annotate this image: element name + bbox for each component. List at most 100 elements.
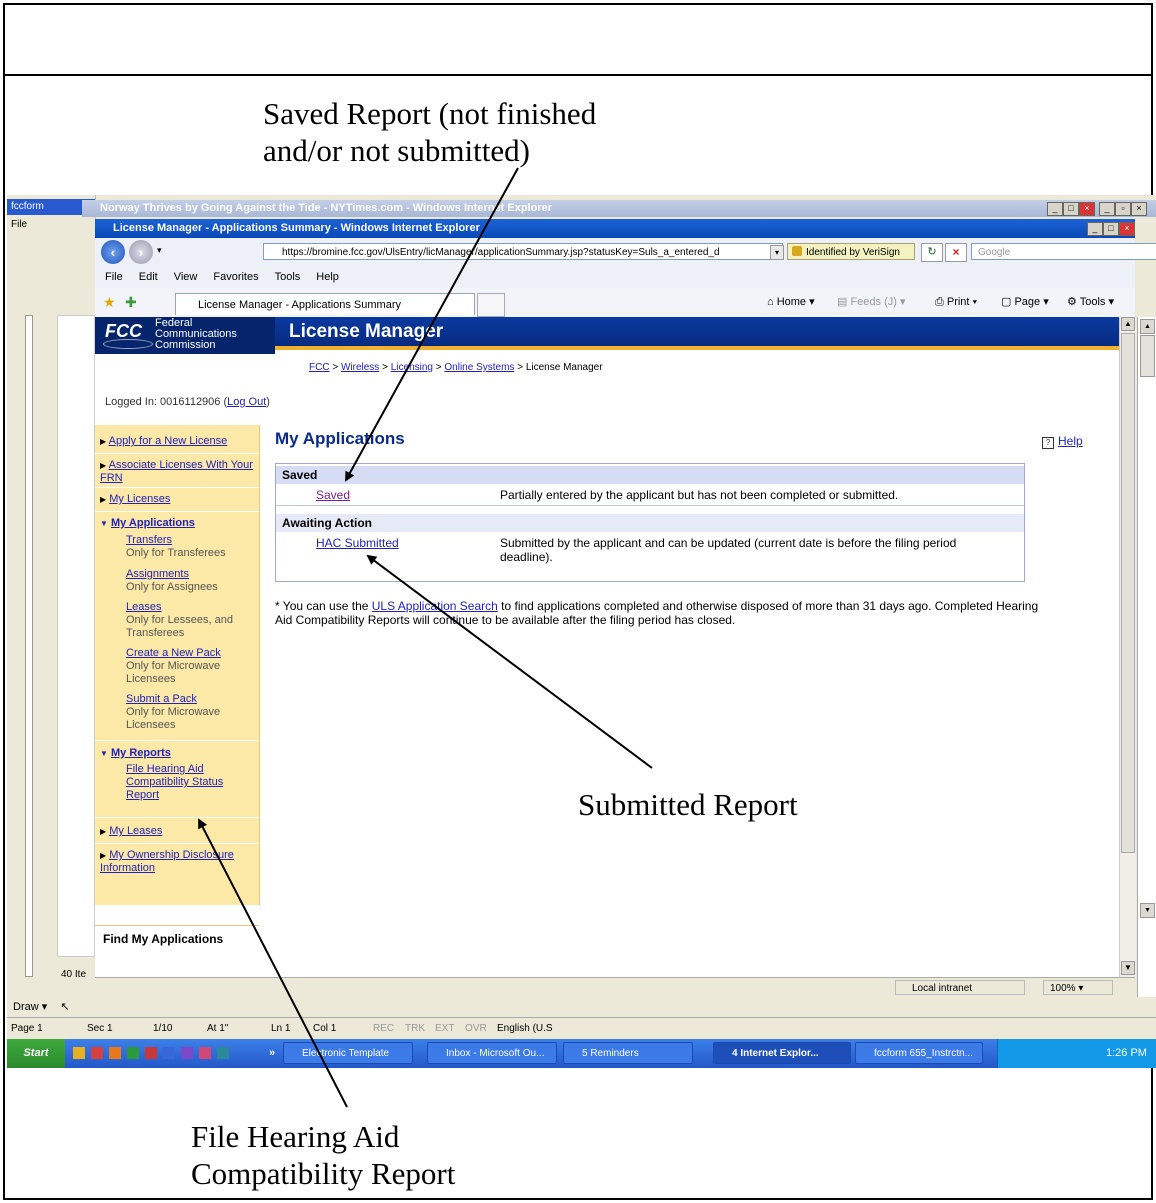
task-electronic-template[interactable]: Electronic Template [283, 1042, 413, 1064]
word-scroll-down-icon[interactable]: ▼ [1140, 903, 1155, 918]
status-rec[interactable]: REC [373, 1018, 394, 1040]
breadcrumb-licensing[interactable]: Licensing [391, 362, 433, 373]
security-badge[interactable]: Identified by VeriSign [787, 243, 915, 260]
quick-launch-icon[interactable] [145, 1047, 157, 1059]
uls-search-link[interactable]: ULS Application Search [372, 599, 498, 613]
word-menu-file[interactable]: File [11, 219, 27, 230]
breadcrumb-wireless[interactable]: Wireless [341, 362, 379, 373]
zone-indicator[interactable]: Local intranet [895, 980, 1025, 995]
word-drawing-toolbar: Draw ▾ ↖ [7, 997, 1156, 1017]
close-icon[interactable]: × [1119, 222, 1135, 236]
quick-launch-icon[interactable] [163, 1047, 175, 1059]
menu-tools[interactable]: Tools [275, 271, 301, 283]
sidebar-item-associate[interactable]: ▶ Associate Licenses With Your FRN [100, 459, 256, 485]
task-reminders[interactable]: 5 Reminders [563, 1042, 693, 1064]
hac-submitted-link[interactable]: HAC Submitted [316, 536, 399, 550]
word-close-icon[interactable]: × [1131, 202, 1147, 216]
quick-launch-icon[interactable] [181, 1047, 193, 1059]
word-minimize-icon[interactable]: _ [1099, 202, 1115, 216]
zoom-control[interactable]: 100% ▾ [1043, 980, 1113, 995]
header-divider [3, 74, 1153, 76]
taskbar-overflow-icon[interactable]: » [269, 1039, 275, 1068]
recent-pages-icon[interactable]: ▾ [157, 245, 162, 256]
start-button[interactable]: Start [7, 1039, 65, 1068]
menu-favorites[interactable]: Favorites [213, 271, 258, 283]
search-input[interactable]: Google [971, 243, 1156, 260]
awaiting-heading: Awaiting Action [276, 514, 1024, 532]
breadcrumb-fcc[interactable]: FCC [309, 362, 330, 373]
tab-license-manager[interactable]: License Manager - Applications Summary [175, 293, 475, 315]
bg-close-icon[interactable]: × [1079, 202, 1095, 216]
word-ruler [25, 315, 33, 977]
sidebar-item-my-licenses[interactable]: ▶ My Licenses [100, 493, 256, 506]
status-ext[interactable]: EXT [435, 1018, 454, 1040]
new-tab-button[interactable] [477, 293, 505, 317]
word-vertical-scrollbar[interactable]: ▲ ▼ [1137, 317, 1156, 997]
select-arrow-icon[interactable]: ↖ [60, 1001, 69, 1013]
saved-link[interactable]: Saved [316, 488, 350, 502]
menu-file[interactable]: File [105, 271, 123, 283]
word-scroll-up-icon[interactable]: ▲ [1140, 319, 1155, 334]
url-dropdown-icon[interactable]: ▾ [770, 245, 784, 260]
word-restore-icon[interactable]: ▫ [1115, 202, 1131, 216]
quick-launch-icon[interactable] [217, 1047, 229, 1059]
sidebar-item-my-leases[interactable]: ▶ My Leases [100, 825, 256, 838]
scroll-down-icon[interactable]: ▼ [1121, 961, 1135, 975]
search-note: * You can use the ULS Application Search… [275, 599, 1039, 627]
page-title: My Applications [275, 429, 405, 448]
sidebar-item-apply[interactable]: ▶ Apply for a New License [100, 435, 256, 448]
forward-icon[interactable]: › [129, 240, 153, 264]
page-button[interactable]: ▢ Page ▾ [1001, 295, 1049, 309]
maximize-icon[interactable]: □ [1103, 222, 1119, 236]
clock[interactable]: 1:26 PM [1106, 1039, 1147, 1068]
find-my-applications[interactable]: Find My Applications [95, 925, 259, 957]
print-button[interactable]: ⎙ Print ▾ [935, 295, 977, 309]
logout-link[interactable]: Log Out [227, 396, 266, 408]
menu-edit[interactable]: Edit [139, 271, 158, 283]
quick-launch-icon[interactable] [73, 1047, 85, 1059]
sidebar-item-my-reports[interactable]: ▼ My Reports [100, 747, 256, 760]
status-language[interactable]: English (U.S [497, 1018, 553, 1040]
menu-view[interactable]: View [174, 271, 198, 283]
status-ln: Ln 1 [271, 1023, 291, 1034]
stop-icon[interactable]: × [945, 243, 967, 262]
task-internet-explorer[interactable]: 4 Internet Explor... [713, 1042, 851, 1064]
sidebar-separator [95, 843, 259, 844]
sidebar-separator [95, 817, 259, 818]
help-link[interactable]: ? Help [1042, 434, 1083, 449]
feeds-button[interactable]: ▤ Feeds (J) ▾ [837, 295, 906, 309]
scroll-up-icon[interactable]: ▲ [1121, 317, 1135, 331]
word-scroll-thumb[interactable] [1140, 335, 1155, 377]
home-button[interactable]: ⌂ Home ▾ [767, 295, 815, 309]
favorites-star-icon[interactable]: ★ [103, 294, 116, 311]
annotation-submitted-report: Submitted Report [578, 787, 798, 822]
url-field[interactable]: https://bromine.fcc.gov/UlsEntry/licMana… [263, 243, 783, 260]
web-page: FCC Federal Communications Commission Li… [95, 317, 1121, 977]
task-inbox[interactable]: Inbox - Microsoft Ou... [427, 1042, 557, 1064]
refresh-icon[interactable]: ↻ [921, 243, 943, 262]
task-fccform[interactable]: fccform 655_Instrctn... [855, 1042, 983, 1064]
vertical-scrollbar[interactable]: ▲ ▼ [1119, 317, 1136, 977]
agency-name: Federal Communications Commission [155, 317, 237, 351]
minimize-icon[interactable]: _ [1087, 222, 1103, 236]
back-icon[interactable]: ‹ [101, 240, 125, 264]
quick-launch-icon[interactable] [199, 1047, 211, 1059]
quick-launch-icon[interactable] [127, 1047, 139, 1059]
menu-help[interactable]: Help [316, 271, 339, 283]
status-ovr[interactable]: OVR [465, 1018, 487, 1040]
quick-launch-icon[interactable] [109, 1047, 121, 1059]
breadcrumb-online-systems[interactable]: Online Systems [444, 362, 514, 373]
add-favorites-icon[interactable]: ✚ [125, 294, 137, 311]
quick-launch-icon[interactable] [91, 1047, 103, 1059]
sidebar-separator [95, 740, 259, 741]
status-trk[interactable]: TRK [405, 1018, 425, 1040]
bg-minimize-icon[interactable]: _ [1047, 202, 1063, 216]
draw-menu[interactable]: Draw ▾ [13, 1001, 47, 1013]
system-tray: 1:26 PM [997, 1039, 1156, 1068]
sidebar-item-ownership[interactable]: ▶ My Ownership Disclosure Information [100, 849, 256, 875]
tools-button[interactable]: ⚙ Tools ▾ [1067, 295, 1114, 309]
bg-maximize-icon[interactable]: □ [1063, 202, 1079, 216]
scroll-thumb[interactable] [1121, 333, 1135, 853]
sub-create-pack: Create a New Pack Only for Microwave Lice… [126, 647, 221, 685]
sidebar-item-my-applications[interactable]: ▼ My Applications [100, 517, 256, 530]
